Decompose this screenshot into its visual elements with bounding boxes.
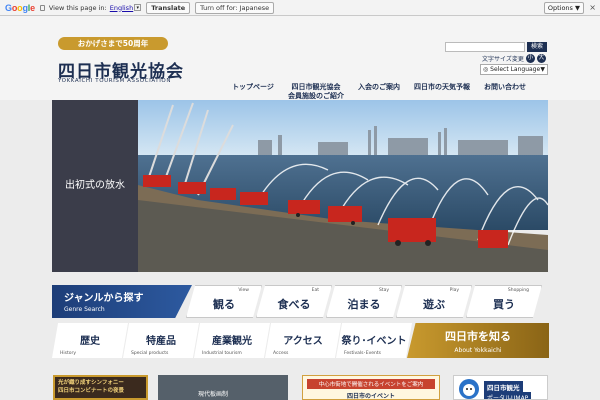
genre-special-products-button[interactable]: 特産品 Special products (123, 323, 199, 358)
turn-off-button[interactable]: Turn off for: Japanese (195, 1, 275, 14)
language-select[interactable]: English (110, 4, 133, 12)
select-language-dropdown[interactable]: ◎ Select Language ▼ (480, 64, 548, 75)
options-button[interactable]: Options ▼ (543, 2, 584, 14)
anniversary-badge: おかげさまで50周年 (58, 37, 168, 50)
genre-search-label: ジャンルから探す Genre Search (52, 285, 192, 318)
search-button[interactable]: 検索 (527, 42, 547, 52)
hero-caption-panel: 出初式の放水 (52, 100, 138, 272)
site-logo-sub: YOKKAICHI TOURISM ASSOCIATION (58, 78, 172, 84)
genre-festivals-button[interactable]: 祭り･イベント Festivals･Events (336, 323, 412, 358)
font-large-button[interactable]: 大 (536, 54, 546, 63)
close-icon[interactable]: × (589, 3, 596, 12)
search-input[interactable] (445, 42, 525, 52)
genre-search-row: ジャンルから探す Genre Search 観る View 食べる Eat 泊ま… (52, 285, 542, 318)
woodblock-banner[interactable]: 現代板画制 (158, 375, 288, 400)
font-size-control: 文字サイズ変更 小 大 (482, 54, 546, 63)
site-header: おかげさまで50周年 四日市観光協会 YOKKAICHI TOURISM ASS… (0, 16, 600, 112)
genre-row-secondary: 歴史 History 特産品 Special products 産業観光 Ind… (52, 323, 549, 358)
genre-stay-button[interactable]: 泊まる Stay (326, 285, 402, 318)
genre-access-button[interactable]: アクセス Access (265, 323, 341, 358)
font-small-button[interactable]: 小 (525, 54, 535, 63)
font-size-label: 文字サイズ変更 (482, 56, 524, 63)
hero-photo (138, 100, 548, 272)
mascot-icon (459, 379, 479, 399)
events-banner[interactable]: 中心市街地で開催されるイベントをご案内 四日市のイベント (302, 375, 440, 400)
genre-eat-button[interactable]: 食べる Eat (256, 285, 332, 318)
view-page-text: View this page in: (48, 3, 107, 12)
chevron-down-icon: ▼ (540, 66, 545, 73)
hero-title: 出初式の放水 (65, 180, 125, 191)
genre-view-button[interactable]: 観る View (186, 285, 262, 318)
genre-history-button[interactable]: 歴史 History (52, 323, 128, 358)
lock-icon (39, 4, 45, 11)
genre-shopping-button[interactable]: 買う Shopping (466, 285, 542, 318)
translate-bar: Google View this page in: English ▾ Tran… (0, 0, 600, 16)
night-view-banner[interactable]: 光が織り成すシンフォニー 四日市コンビナートの夜景 (53, 375, 148, 400)
translate-button[interactable]: Translate (146, 1, 191, 14)
chevron-down-icon[interactable]: ▾ (134, 4, 142, 11)
hero-slideshow[interactable]: 出初式の放水 (52, 100, 548, 272)
about-yokkaichi-button[interactable]: 四日市を知る About Yokkaichi (407, 323, 549, 358)
portal-umap-banner[interactable]: 四日市観光 ポータルUMAP (453, 375, 548, 400)
genre-play-button[interactable]: 遊ぶ Play (396, 285, 472, 318)
google-logo: Google (5, 2, 35, 13)
genre-industrial-tourism-button[interactable]: 産業観光 Industrial tourism (194, 323, 270, 358)
